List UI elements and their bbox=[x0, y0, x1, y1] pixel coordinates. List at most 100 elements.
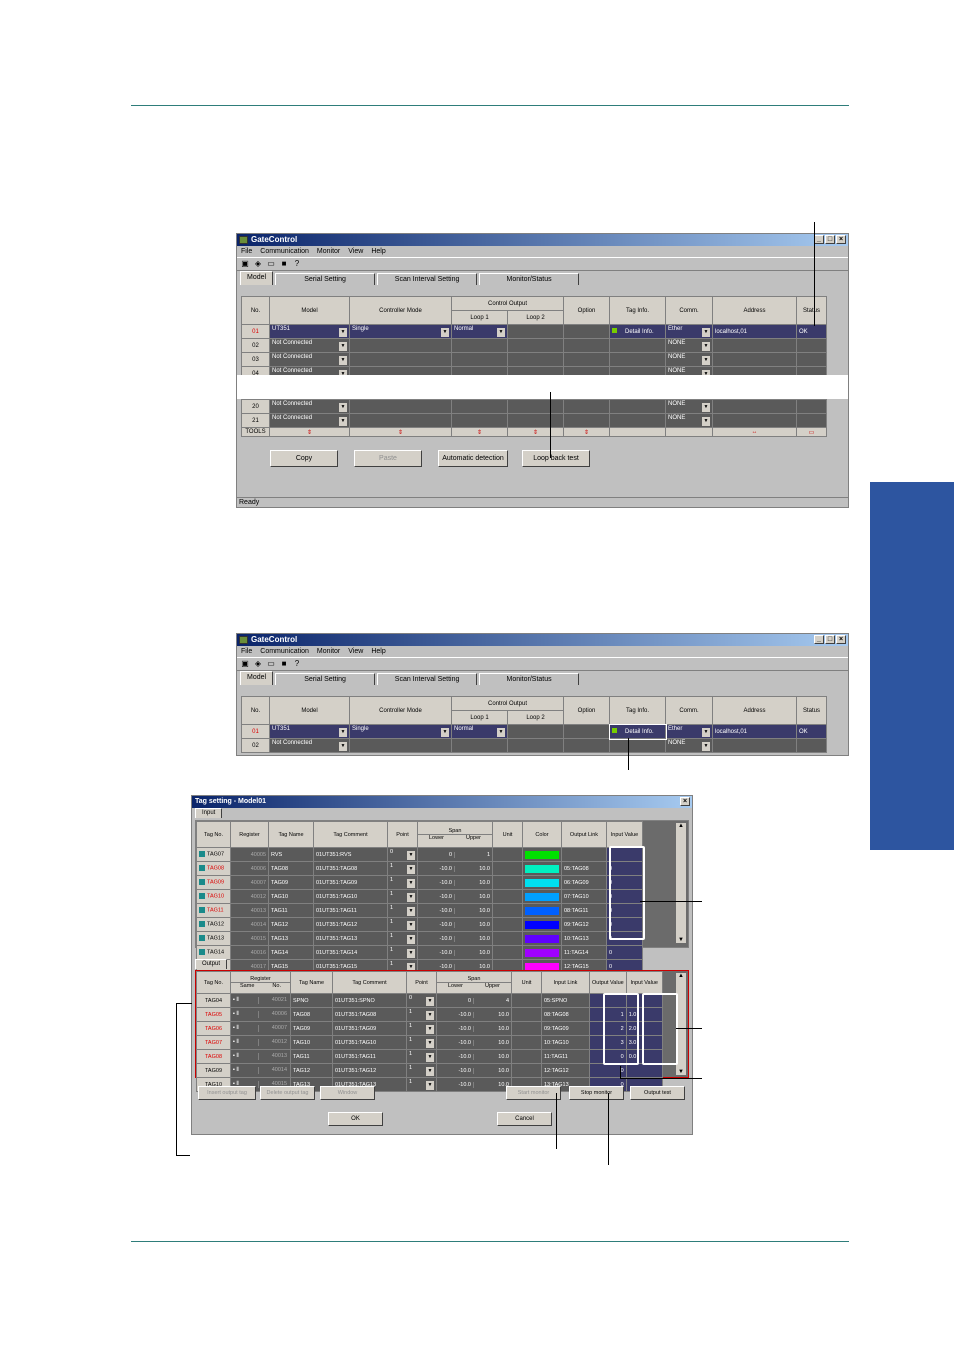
save-icon[interactable]: ▣ bbox=[240, 259, 250, 269]
comm-select[interactable]: NONE ▼ bbox=[665, 338, 713, 353]
tag-name[interactable]: TAG11 bbox=[268, 903, 314, 918]
span-upper[interactable]: 10.0 bbox=[455, 866, 492, 872]
chevron-down-icon[interactable]: ▼ bbox=[339, 342, 347, 351]
register-no[interactable]: 40014 bbox=[259, 1067, 289, 1074]
register[interactable]: 40007 bbox=[230, 875, 269, 890]
color-cell[interactable] bbox=[522, 903, 562, 918]
tab-serial-setting[interactable]: Serial Setting bbox=[275, 273, 376, 285]
same-checkbox[interactable]: ▪ ⫴ bbox=[232, 997, 259, 1004]
menu-view[interactable]: View bbox=[348, 246, 363, 257]
input-link[interactable]: 12:TAG12 bbox=[541, 1063, 590, 1078]
span-upper[interactable]: 10.0 bbox=[455, 950, 492, 956]
table-row[interactable]: TAG07 40005 RVS 01UT351:RVS 0 ▼ 0 1 bbox=[196, 847, 643, 862]
table-row[interactable]: TAG08 40006 TAG08 01UT351:TAG08 1 ▼ -10.0 10.0 0… bbox=[196, 861, 643, 876]
tag-name[interactable]: TAG12 bbox=[268, 917, 314, 932]
automatic-detection-button[interactable]: Automatic detection bbox=[438, 450, 508, 467]
comm-select[interactable]: NONE ▼ bbox=[665, 399, 713, 414]
color-cell[interactable] bbox=[522, 847, 562, 862]
marker-icon[interactable]: ▭ bbox=[796, 427, 827, 437]
color-cell[interactable] bbox=[522, 889, 562, 904]
comm-select[interactable]: NONE ▼ bbox=[665, 352, 713, 367]
span-upper[interactable]: 10.0 bbox=[455, 936, 492, 942]
chevron-down-icon[interactable]: ▼ bbox=[702, 417, 710, 426]
insert-output-tag-button[interactable]: Insert output tag bbox=[198, 1086, 256, 1100]
point-select[interactable]: 1 ▼ bbox=[387, 903, 418, 918]
point-select[interactable]: 1 ▼ bbox=[406, 1007, 437, 1022]
unit[interactable] bbox=[511, 1035, 542, 1050]
unit[interactable] bbox=[511, 1007, 542, 1022]
chevron-down-icon[interactable]: ▼ bbox=[339, 403, 347, 412]
table-row[interactable]: 01 UT351 ▼ Single ▼ Normal ▼ Detail Info. E… bbox=[241, 324, 827, 339]
chevron-down-icon[interactable]: ▼ bbox=[426, 997, 434, 1006]
maximize-icon[interactable]: □ bbox=[825, 235, 835, 244]
maximize-icon[interactable]: □ bbox=[825, 635, 835, 644]
unit[interactable] bbox=[511, 993, 542, 1008]
span-lower[interactable]: 0 bbox=[419, 851, 455, 858]
tag-comment[interactable]: 01UT351:TAG12 bbox=[332, 1063, 407, 1078]
paste-button[interactable]: Paste bbox=[354, 450, 422, 467]
mode-select[interactable]: Single ▼ bbox=[349, 724, 452, 739]
chevron-down-icon[interactable]: ▼ bbox=[441, 328, 449, 337]
unit[interactable] bbox=[492, 903, 523, 918]
table-row[interactable]: 20 Not Connected ▼ NONE ▼ bbox=[241, 399, 827, 414]
register[interactable]: 40015 bbox=[230, 931, 269, 946]
output-link[interactable]: 05:TAG08 bbox=[561, 861, 607, 876]
model-select[interactable]: Not Connected ▼ bbox=[269, 338, 350, 353]
chevron-down-icon[interactable]: ▼ bbox=[426, 1081, 434, 1090]
detail-info-button[interactable]: Detail Info. bbox=[609, 324, 666, 339]
menu-communication[interactable]: Communication bbox=[260, 246, 309, 257]
register[interactable]: 40013 bbox=[230, 903, 269, 918]
point-select[interactable]: 1 ▼ bbox=[406, 1021, 437, 1036]
stop-icon[interactable]: ■ bbox=[279, 259, 289, 269]
marker-icon[interactable]: ⇕ bbox=[563, 427, 610, 437]
menu-help[interactable]: Help bbox=[371, 246, 385, 257]
chevron-down-icon[interactable]: ▼ bbox=[407, 865, 415, 874]
comm-select[interactable]: Ether ▼ bbox=[665, 324, 713, 339]
tag-comment[interactable]: 01UT351:TAG13 bbox=[313, 931, 388, 946]
chevron-down-icon[interactable]: ▼ bbox=[702, 403, 710, 412]
tag-name[interactable]: TAG12 bbox=[290, 1063, 333, 1078]
cancel-button[interactable]: Cancel bbox=[497, 1112, 552, 1126]
unit[interactable] bbox=[492, 931, 523, 946]
point-select[interactable]: 1 ▼ bbox=[387, 917, 418, 932]
tag-comment[interactable]: 01UT351:TAG11 bbox=[332, 1049, 407, 1064]
address-field[interactable]: localhost,01 bbox=[712, 324, 797, 339]
register[interactable]: 40012 bbox=[230, 889, 269, 904]
tag-comment[interactable]: 01UT351:TAG08 bbox=[332, 1007, 407, 1022]
copy-button[interactable]: Copy bbox=[270, 450, 338, 467]
point-select[interactable]: 0 ▼ bbox=[387, 847, 418, 862]
comm-select[interactable]: NONE ▼ bbox=[665, 413, 713, 428]
register[interactable]: 40016 bbox=[230, 945, 269, 960]
output-link[interactable]: 07:TAG10 bbox=[561, 889, 607, 904]
loop-back-test-button[interactable]: Loop back test bbox=[522, 450, 590, 467]
chevron-down-icon[interactable]: ▼ bbox=[407, 935, 415, 944]
table-row[interactable]: TAG04 ▪ ⫴ 40021 SPNO 01UT351:SPNO 0 ▼ 0 4 05:SPNO bbox=[196, 993, 663, 1008]
start-monitor-button[interactable]: Start monitor bbox=[506, 1086, 561, 1100]
span-lower[interactable]: -10.0 bbox=[419, 921, 455, 928]
unit[interactable] bbox=[511, 1021, 542, 1036]
output-link[interactable]: 11:TAG14 bbox=[561, 945, 607, 960]
point-select[interactable]: 1 ▼ bbox=[406, 1035, 437, 1050]
unit[interactable] bbox=[492, 917, 523, 932]
chevron-down-icon[interactable]: ▼ bbox=[426, 1039, 434, 1048]
detail-info-button[interactable]: Detail Info. bbox=[608, 723, 667, 740]
output-link[interactable]: 10:TAG13 bbox=[561, 931, 607, 946]
point-select[interactable]: 1 ▼ bbox=[387, 945, 418, 960]
help-icon[interactable]: ? bbox=[292, 259, 302, 269]
marker-icon[interactable]: ↔ bbox=[712, 427, 797, 437]
register-no[interactable]: 40007 bbox=[259, 1025, 289, 1032]
chevron-down-icon[interactable]: ▼ bbox=[407, 851, 415, 860]
address-field[interactable]: localhost,01 bbox=[712, 724, 797, 739]
tab-scan-interval[interactable]: Scan Interval Setting bbox=[377, 273, 478, 285]
minimize-icon[interactable]: _ bbox=[814, 635, 824, 644]
point-select[interactable]: 1 ▼ bbox=[406, 1049, 437, 1064]
tag-comment[interactable]: 01UT351:TAG11 bbox=[313, 903, 388, 918]
same-checkbox[interactable]: ▪ ⫴ bbox=[232, 1025, 259, 1032]
chevron-down-icon[interactable]: ▼ bbox=[497, 328, 505, 337]
tag-name[interactable]: RVS bbox=[268, 847, 314, 862]
chevron-down-icon[interactable]: ▼ bbox=[407, 907, 415, 916]
table-row[interactable]: TAG07 ▪ ⫴ 40012 TAG10 01UT351:TAG10 1 ▼ -10.0 10… bbox=[196, 1035, 663, 1050]
tag-comment[interactable]: 01UT351:TAG10 bbox=[332, 1035, 407, 1050]
chevron-down-icon[interactable]: ▼ bbox=[702, 342, 710, 351]
color-cell[interactable] bbox=[522, 861, 562, 876]
